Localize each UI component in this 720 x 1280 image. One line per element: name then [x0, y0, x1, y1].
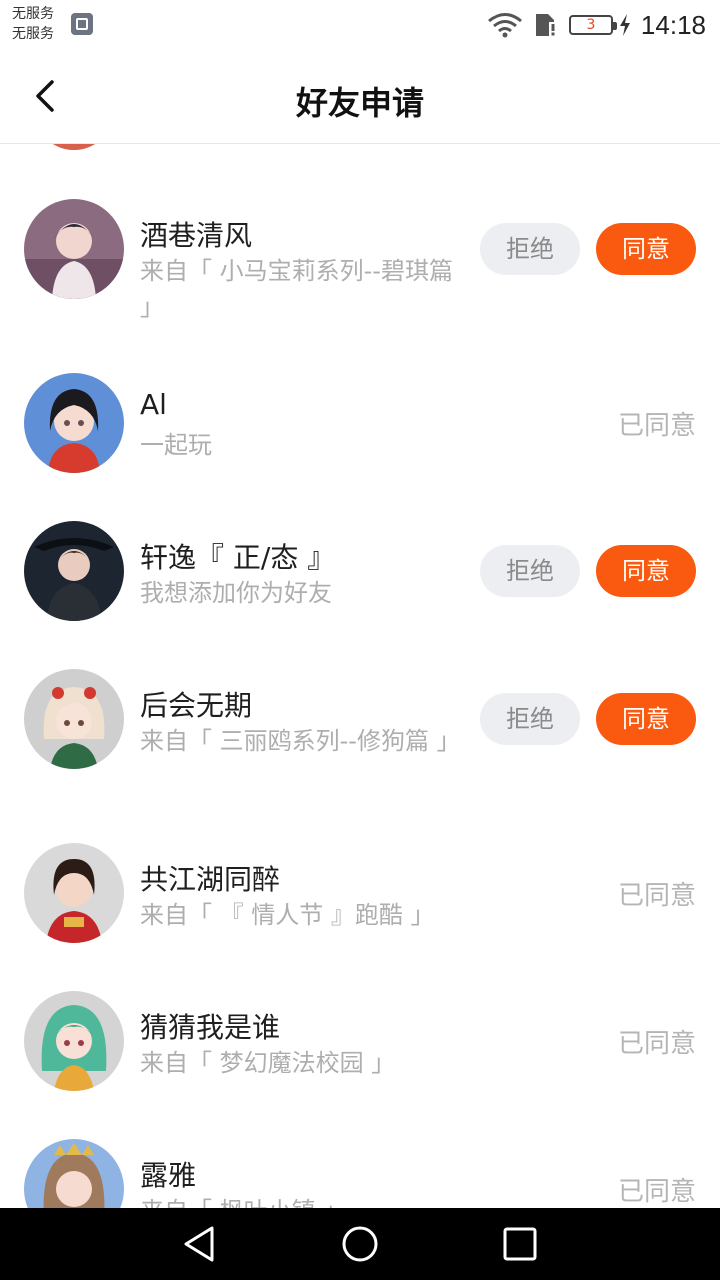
agree-button[interactable]: 同意: [596, 693, 696, 745]
charging-bolt-icon: [619, 14, 630, 36]
carrier-info: 无服务 无服务: [12, 4, 54, 44]
sim-alert-icon: [535, 14, 557, 36]
agree-button[interactable]: 同意: [596, 545, 696, 597]
agreed-status: 已同意: [617, 1177, 696, 1207]
nav-home-icon[interactable]: [340, 1224, 380, 1264]
avatar[interactable]: [24, 373, 124, 473]
app-header: 好友申请: [0, 50, 720, 144]
battery-indicator: 3: [568, 15, 617, 35]
avatar[interactable]: [24, 669, 124, 769]
request-note: 一起玩: [140, 431, 212, 459]
agreed-status: 已同意: [617, 411, 696, 441]
request-name: Al: [140, 388, 167, 421]
clock: 14:18: [640, 9, 706, 40]
request-note: 来自「 梦幻魔法校园 」: [140, 1049, 396, 1077]
friend-request-list[interactable]: 酒巷清风 来自「 小马宝莉系列--碧琪篇 」 拒绝 同意 Al 一起玩 已同意: [0, 144, 720, 1208]
avatar[interactable]: [24, 199, 124, 299]
request-name: 后会无期: [140, 689, 253, 722]
carrier-label-1: 无服务: [12, 6, 54, 22]
carrier-label-2: 无服务: [12, 26, 54, 42]
avatar[interactable]: [24, 843, 124, 943]
agreed-status: 已同意: [617, 881, 696, 911]
reject-button[interactable]: 拒绝: [480, 693, 580, 745]
system-nav-bar: [0, 1208, 720, 1280]
nav-recent-apps-icon[interactable]: [502, 1226, 538, 1262]
gallery-notification-icon: [71, 13, 93, 35]
avatar[interactable]: [24, 521, 124, 621]
agreed-status: 已同意: [617, 1029, 696, 1059]
avatar[interactable]: [24, 991, 124, 1091]
request-name: 轩逸『 正/态 』: [140, 541, 336, 574]
request-name: 酒巷清风: [140, 219, 253, 252]
request-note: 来自「 小马宝莉系列--碧琪篇 」: [140, 257, 453, 321]
request-name: 共江湖同醉: [140, 863, 281, 896]
request-note: 来自「 三丽鸥系列--修狗篇 」: [140, 727, 461, 755]
avatar[interactable]: [24, 1139, 124, 1208]
battery-level: 3: [586, 17, 596, 33]
reject-button[interactable]: 拒绝: [480, 545, 580, 597]
request-note: 来自「 枫叶小镇 」: [140, 1193, 460, 1208]
status-right: 3 14:18: [487, 8, 706, 42]
status-bar: 无服务 无服务 3 14:18: [0, 0, 720, 50]
request-name: 露雅: [140, 1159, 197, 1192]
request-name: 猜猜我是谁: [140, 1011, 281, 1044]
request-note: 来自「 『 情人节 』跑酷 」: [140, 901, 435, 929]
nav-back-icon[interactable]: [180, 1224, 220, 1264]
agree-button[interactable]: 同意: [596, 223, 696, 275]
wifi-icon: [487, 13, 522, 38]
request-note: 我想添加你为好友: [140, 579, 332, 607]
partial-avatar: [34, 144, 114, 150]
page-title: 好友申请: [295, 84, 424, 122]
reject-button[interactable]: 拒绝: [480, 223, 580, 275]
